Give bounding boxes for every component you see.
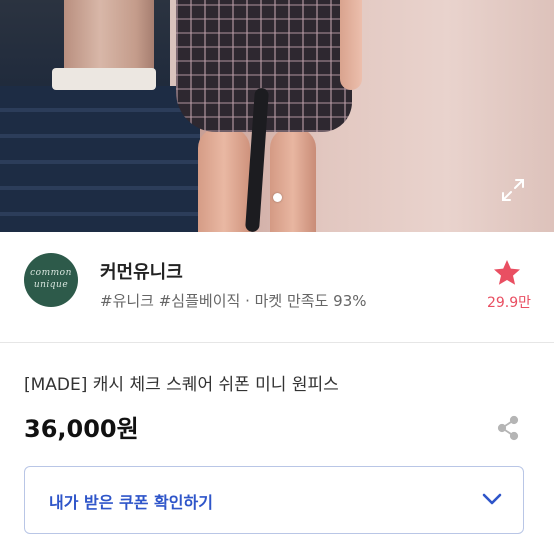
background-stairs [0,86,200,232]
avatar-text: common [30,268,72,278]
product-image[interactable] [0,0,554,232]
shop-tags: #유니크 #심플베이직 · 마켓 만족도 93% [100,292,367,310]
section-divider [0,342,554,343]
share-icon[interactable] [496,415,520,441]
avatar-text: unique [33,280,69,290]
shop-name[interactable]: 커먼유니크 [100,258,183,284]
model-arm [340,0,362,90]
coupon-button[interactable]: 내가 받은 쿠폰 확인하기 [24,466,524,534]
carousel-indicator-dot[interactable] [273,193,282,202]
product-page: common unique 커먼유니크 #유니크 #심플베이직 · 마켓 만족도… [0,0,554,554]
chevron-down-icon [482,493,502,505]
product-price: 36,000원 [24,415,139,443]
background-pillar-base [52,68,156,90]
coupon-label: 내가 받은 쿠폰 확인하기 [49,493,213,512]
star-icon[interactable] [492,258,522,288]
product-title: [MADE] 캐시 체크 스퀘어 쉬폰 미니 원피스 [24,375,339,395]
model-leg [270,128,316,232]
expand-icon[interactable] [500,177,526,203]
model-leg [198,128,250,232]
background-pillar [64,0,154,70]
like-count: 29.9만 [486,295,532,311]
shop-avatar[interactable]: common unique [24,253,78,307]
seller-section [0,232,554,342]
